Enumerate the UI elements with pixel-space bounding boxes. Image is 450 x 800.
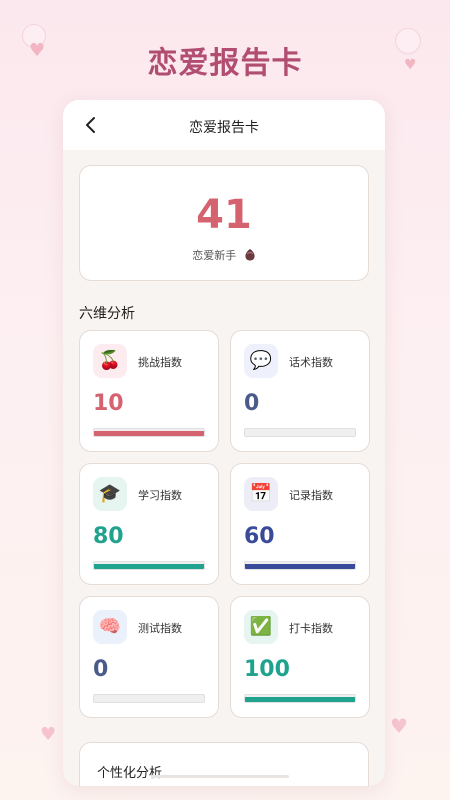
metric-progress-fill [245,697,355,702]
heart-icon: ♥ [40,724,57,745]
metric-label: 打卡指数 [289,622,333,635]
metric-value: 60 [244,524,275,549]
metric-value: 80 [93,524,124,549]
metric-progress-bar [93,561,205,570]
metric-card[interactable]: 🧠 测试指数 0 [79,596,219,718]
metric-value: 0 [93,657,109,682]
navigation-bar: 恋爱报告卡 [63,100,385,150]
level-label: 恋爱新手 [80,247,368,263]
love-score-value: 41 [196,192,252,238]
metric-label: 学习指数 [138,489,182,502]
brain-icon: 🧠 [93,610,127,644]
level-text: 恋爱新手 [192,249,237,262]
banner-title: 恋爱报告卡 [147,46,303,81]
metric-progress-fill [245,564,355,569]
calendar-icon: 📅 [244,477,278,511]
metric-card[interactable]: 💬 话术指数 0 [230,330,370,452]
metric-progress-bar [93,694,205,703]
metric-card[interactable]: 🎓 学习指数 80 [79,463,219,585]
metric-card[interactable]: 📅 记录指数 60 [230,463,370,585]
metric-value: 100 [244,657,290,682]
metric-label: 测试指数 [138,622,182,635]
report-card-screen: 恋爱报告卡 41 恋爱新手 六维分析 🍒 挑战指数 10 💬 话术指数 0 🎓 … [63,100,385,786]
metric-label: 挑战指数 [138,356,182,369]
heart-icon: ♥ [390,714,408,738]
metric-card[interactable]: ✅ 打卡指数 100 [230,596,370,718]
check-box-icon: ✅ [244,610,278,644]
cherry-icon: 🍒 [93,344,127,378]
personal-analysis-title: 个性化分析 [97,766,163,781]
metric-progress-bar [244,694,356,703]
speech-bubble-icon: 💬 [244,344,278,378]
scroll-indicator [151,775,289,778]
graduation-cap-icon: 🎓 [93,477,127,511]
personal-analysis-card[interactable]: 个性化分析 [79,742,369,786]
metric-progress-fill [94,431,204,436]
metric-label: 记录指数 [289,489,333,502]
metric-progress-bar [93,428,205,437]
metric-label: 话术指数 [289,356,333,369]
metric-progress-bar [244,561,356,570]
metric-progress-fill [94,564,204,569]
metric-value: 0 [244,391,260,416]
score-card: 41 恋爱新手 [79,165,369,281]
metric-progress-bar [244,428,356,437]
chestnut-icon [245,249,255,261]
metric-card[interactable]: 🍒 挑战指数 10 [79,330,219,452]
section-title-six-dimensions: 六维分析 [79,306,135,322]
metric-value: 10 [93,391,124,416]
page-title: 恋爱报告卡 [189,120,259,136]
